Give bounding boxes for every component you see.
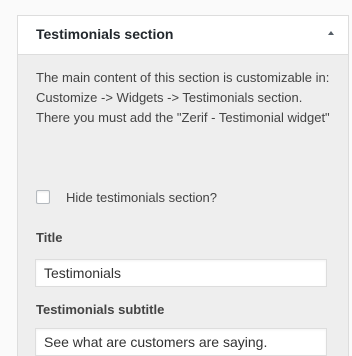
- title-input[interactable]: Testimonials: [35, 259, 327, 287]
- hide-testimonials-row[interactable]: Hide testimonials section?: [36, 188, 217, 206]
- section-description: The main content of this section is cust…: [36, 70, 330, 125]
- testimonials-section-panel: Testimonials section The main content of…: [17, 15, 349, 356]
- section-title: Testimonials section: [36, 26, 174, 42]
- hide-testimonials-label: Hide testimonials section?: [66, 189, 218, 205]
- section-header[interactable]: Testimonials section: [18, 15, 348, 55]
- title-field-label: Title: [36, 230, 63, 245]
- subtitle-field-label: Testimonials subtitle: [36, 302, 165, 317]
- customizer-frame: Testimonials section The main content of…: [0, 0, 352, 356]
- subtitle-input[interactable]: See what are customers are saying.: [35, 328, 327, 356]
- hide-testimonials-checkbox[interactable]: [36, 190, 50, 204]
- collapse-arrow-icon[interactable]: [328, 31, 334, 35]
